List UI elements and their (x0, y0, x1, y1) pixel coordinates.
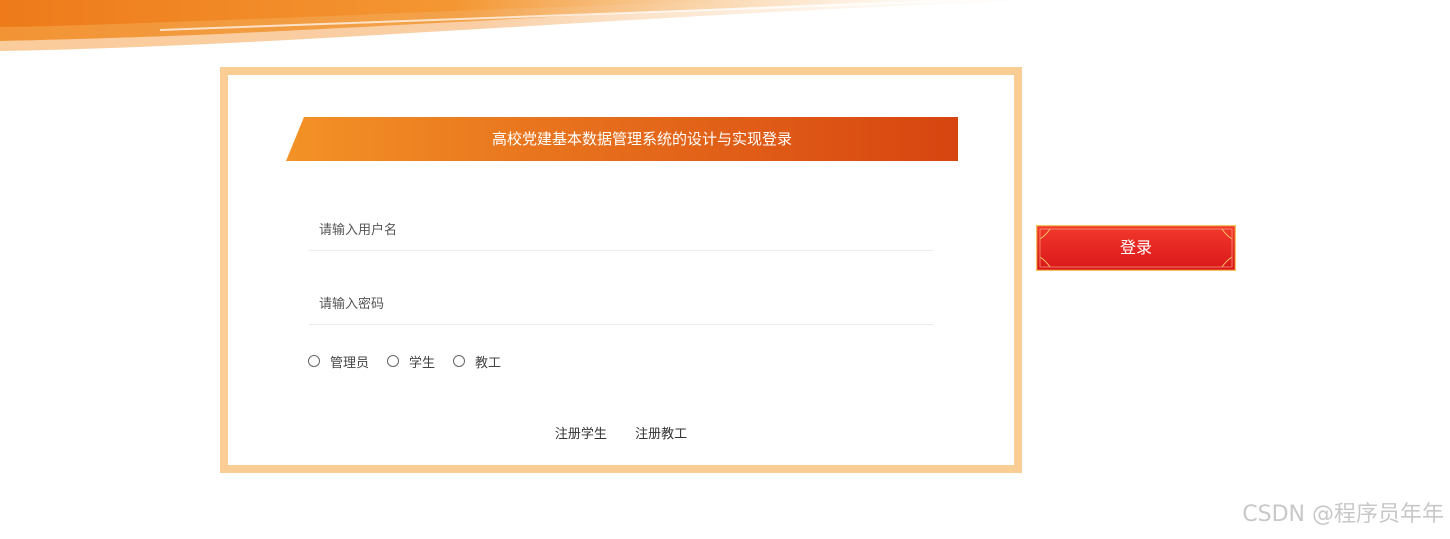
login-button[interactable]: 登录 (1036, 225, 1236, 271)
radio-circle-icon[interactable] (308, 355, 320, 367)
register-links: 注册学生 注册教工 (228, 423, 1014, 442)
role-label-student: 学生 (409, 355, 436, 371)
login-title: 高校党建基本数据管理系统的设计与实现登录 (491, 130, 792, 148)
password-input[interactable] (309, 285, 933, 325)
role-label-teacher: 教工 (475, 355, 502, 371)
title-banner: 高校党建基本数据管理系统的设计与实现登录 (286, 117, 958, 161)
radio-circle-icon[interactable] (387, 355, 400, 367)
role-radio-group: 管理员 学生 教工 (308, 351, 519, 371)
top-wave-decoration (0, 0, 1060, 51)
radio-circle-icon[interactable] (453, 355, 466, 367)
login-page: 高校党建基本数据管理系统的设计与实现登录 管理员 学生 教工 注册学生 注册教工 (0, 0, 1450, 539)
role-option-student[interactable]: 学生 (387, 352, 435, 371)
role-option-admin[interactable]: 管理员 (308, 352, 369, 371)
role-option-teacher[interactable]: 教工 (453, 352, 501, 371)
watermark: CSDN @程序员年年 (1242, 502, 1444, 527)
login-card: 高校党建基本数据管理系统的设计与实现登录 管理员 学生 教工 注册学生 注册教工 (220, 67, 1022, 473)
role-label-admin: 管理员 (330, 355, 370, 371)
register-teacher-link[interactable]: 注册教工 (635, 423, 687, 442)
register-student-link[interactable]: 注册学生 (555, 423, 607, 442)
login-button-label: 登录 (1119, 238, 1152, 257)
username-input[interactable] (309, 211, 933, 251)
